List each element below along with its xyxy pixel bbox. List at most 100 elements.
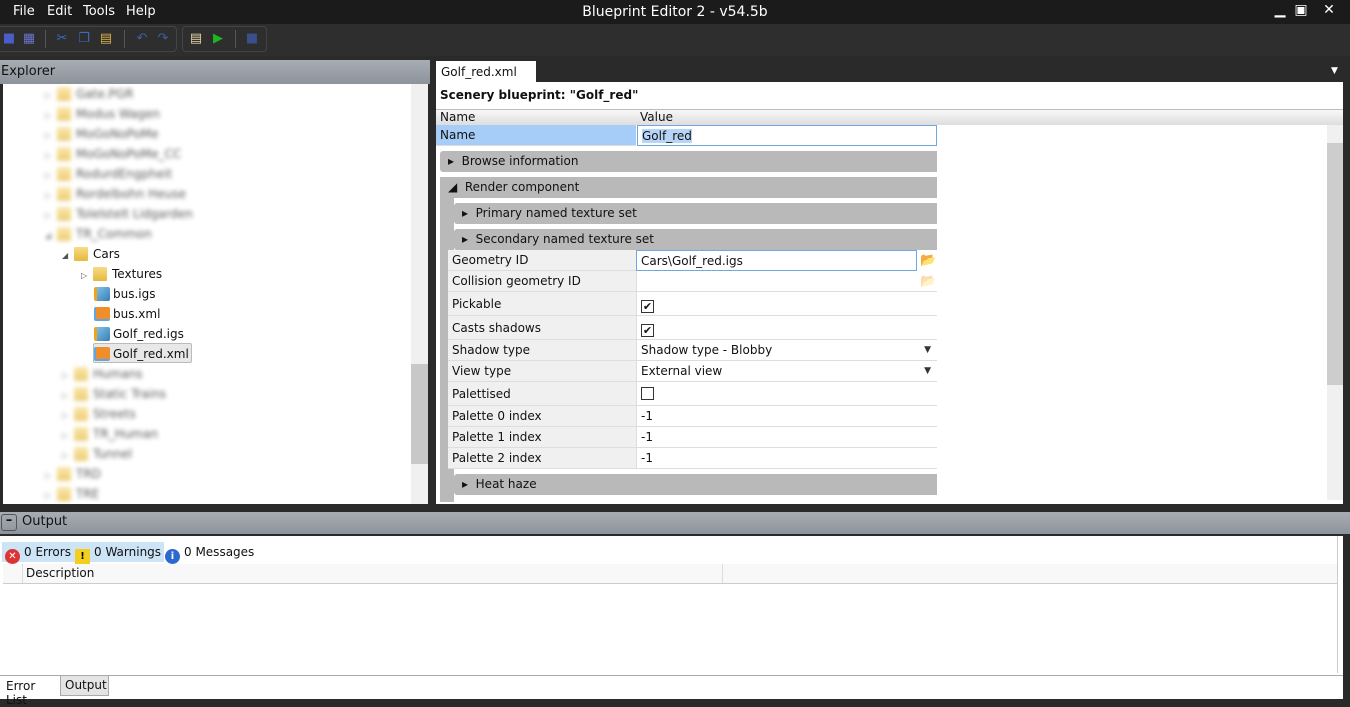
close-button[interactable]: ✕ (1318, 2, 1340, 20)
tree-item-file[interactable]: bus.xml (94, 304, 160, 324)
tree-label: Gate.PGR (76, 87, 134, 101)
tree-label: RodurdEngpheit (76, 167, 173, 181)
scrollbar-thumb[interactable] (411, 364, 428, 464)
separator (45, 30, 46, 48)
category-render-component[interactable]: ◢ Render component (440, 177, 937, 198)
grid-scrollbar[interactable] (1327, 125, 1343, 500)
paste-icon[interactable]: ▤ (97, 30, 115, 48)
tree-label: Textures (112, 267, 163, 281)
prop-label: View type (448, 361, 636, 382)
tree-item[interactable]: ▷ TRE (45, 484, 99, 504)
grid-header: Name Value (436, 109, 1343, 125)
errors-filter[interactable]: ✕ 0 Errors (2, 542, 74, 564)
tree-item[interactable]: ▷ Static Trains (62, 384, 166, 404)
tab-error-list[interactable]: Error List (1, 676, 60, 707)
expanded-arrow-icon[interactable]: ◢ (62, 246, 74, 266)
dropdown-arrow-icon: ▼ (924, 345, 931, 355)
warnings-filter[interactable]: ! 0 Warnings (72, 542, 165, 564)
tree-item-file[interactable]: Golf_red.igs (94, 324, 184, 344)
category-browse-information[interactable]: ▸ Browse information (440, 151, 937, 172)
tree-item[interactable]: ▷ TRD (45, 464, 101, 484)
tab-dropdown-icon[interactable]: ▼ (1331, 66, 1338, 76)
redo-icon[interactable]: ↷ (154, 30, 172, 48)
tree-item[interactable]: ▷ Streets (62, 404, 136, 424)
browse-folder-icon[interactable]: 📂 (920, 274, 936, 289)
palette-0-input[interactable]: -1 (636, 406, 937, 427)
undo-icon[interactable]: ↶ (133, 30, 151, 48)
tree-item[interactable]: ▷ Gate.PGR (45, 84, 133, 104)
prop-label: Collision geometry ID (448, 271, 636, 292)
tree-item[interactable]: ▷ TR_Human (62, 424, 158, 444)
tree-item[interactable]: ▷ RodurdEngpheit (45, 164, 172, 184)
tab-output[interactable]: Output (60, 675, 109, 696)
tree-item-file-selected[interactable]: Golf_red.xml (93, 343, 192, 363)
geometry-id-input[interactable]: Cars\Golf_red.igs (636, 250, 917, 271)
folder-icon (74, 247, 88, 261)
cut-icon[interactable]: ✂ (53, 30, 71, 48)
tree-item[interactable]: ▷ Rordelbohn Heuse (45, 184, 186, 204)
tree-item-textures[interactable]: ▷ Textures (81, 264, 162, 284)
copy-icon[interactable]: ❐ (75, 30, 93, 48)
name-input[interactable]: Golf_red (637, 125, 937, 146)
collapsed-arrow-icon[interactable]: ▷ (81, 266, 93, 286)
palette-2-input[interactable]: -1 (636, 448, 937, 469)
tree-label: Modus Wagen (76, 107, 161, 121)
messages-filter[interactable]: i0 Messages (162, 542, 257, 564)
column-name: Name (440, 110, 476, 124)
tree-label: Rordelbohn Heuse (76, 187, 186, 201)
igs-file-icon (94, 287, 110, 301)
palettised-cell (636, 382, 937, 406)
igs-file-icon (94, 327, 110, 341)
tree-label: bus.xml (113, 307, 161, 321)
tree-label: Cars (93, 247, 120, 261)
tree-item[interactable]: ▷ MoGoNoPoMe_CC (45, 144, 181, 164)
tree-item[interactable]: ▷ Modus Wagen (45, 104, 160, 124)
tree-label: TRE (76, 487, 100, 501)
explorer-header: Explorer (0, 60, 430, 84)
stop-icon[interactable]: ■ (243, 30, 261, 48)
view-type-dropdown[interactable]: External view ▼ (636, 361, 937, 382)
tree-item[interactable]: ◢ TR_Common (45, 224, 152, 244)
pickable-checkbox[interactable]: ✔ (641, 300, 654, 313)
run-icon[interactable]: ▶ (209, 30, 227, 48)
export-icon[interactable]: ▤ (187, 30, 205, 48)
column-value: Value (640, 110, 673, 124)
tree-item[interactable]: ▷ MoGoNoPoMe (45, 124, 159, 144)
tree-item[interactable]: ▷ Humans (62, 364, 143, 384)
tree-item-file[interactable]: bus.igs (94, 284, 156, 304)
scrollbar-thumb[interactable] (1327, 143, 1343, 385)
tree-label: Humans (93, 367, 143, 381)
casts-shadows-checkbox[interactable]: ✔ (641, 324, 654, 337)
tree-label: Streets (93, 407, 136, 421)
category-secondary-texture-set[interactable]: ▸ Secondary named texture set (454, 229, 937, 250)
palettised-checkbox[interactable] (641, 387, 654, 400)
shadow-type-dropdown[interactable]: Shadow type - Blobby ▼ (636, 340, 937, 361)
casts-shadows-cell: ✔ (636, 316, 937, 340)
palette-1-input[interactable]: -1 (636, 427, 937, 448)
maximize-button[interactable]: ▣ (1290, 2, 1312, 20)
category-heat-haze[interactable]: ▸ Heat haze (454, 474, 937, 495)
save-icon[interactable]: ■ (0, 30, 18, 48)
tree-label: TR_Common (76, 227, 152, 241)
collision-geometry-input[interactable] (636, 271, 937, 292)
separator (235, 30, 236, 48)
panel-border (1337, 536, 1343, 673)
tree-item-cars[interactable]: ◢ Cars (62, 244, 120, 264)
tree-item[interactable]: ▷ Tunnel (62, 444, 132, 464)
browse-folder-icon[interactable]: 📂 (920, 253, 936, 268)
tab-golf-red-xml[interactable]: Golf_red.xml ✕ (436, 61, 536, 93)
xml-file-icon (94, 347, 110, 361)
prop-label: Palette 2 index (448, 448, 636, 469)
error-icon: ✕ (5, 549, 20, 564)
category-primary-texture-set[interactable]: ▸ Primary named texture set (454, 203, 937, 224)
prop-label: Casts shadows (448, 316, 636, 340)
tree-label: Golf_red.xml (113, 347, 189, 361)
pickable-cell: ✔ (636, 292, 937, 316)
tree-item[interactable]: ▷ Tolelstelt Lidgarden (45, 204, 193, 224)
explorer-scrollbar[interactable] (411, 84, 428, 504)
save-all-icon[interactable]: ▦ (20, 30, 38, 48)
collapse-icon[interactable]: – (1, 514, 17, 531)
tree-label: Golf_red.igs (113, 327, 184, 341)
minimize-button[interactable]: ▁ (1269, 2, 1291, 20)
column-divider (722, 564, 723, 583)
